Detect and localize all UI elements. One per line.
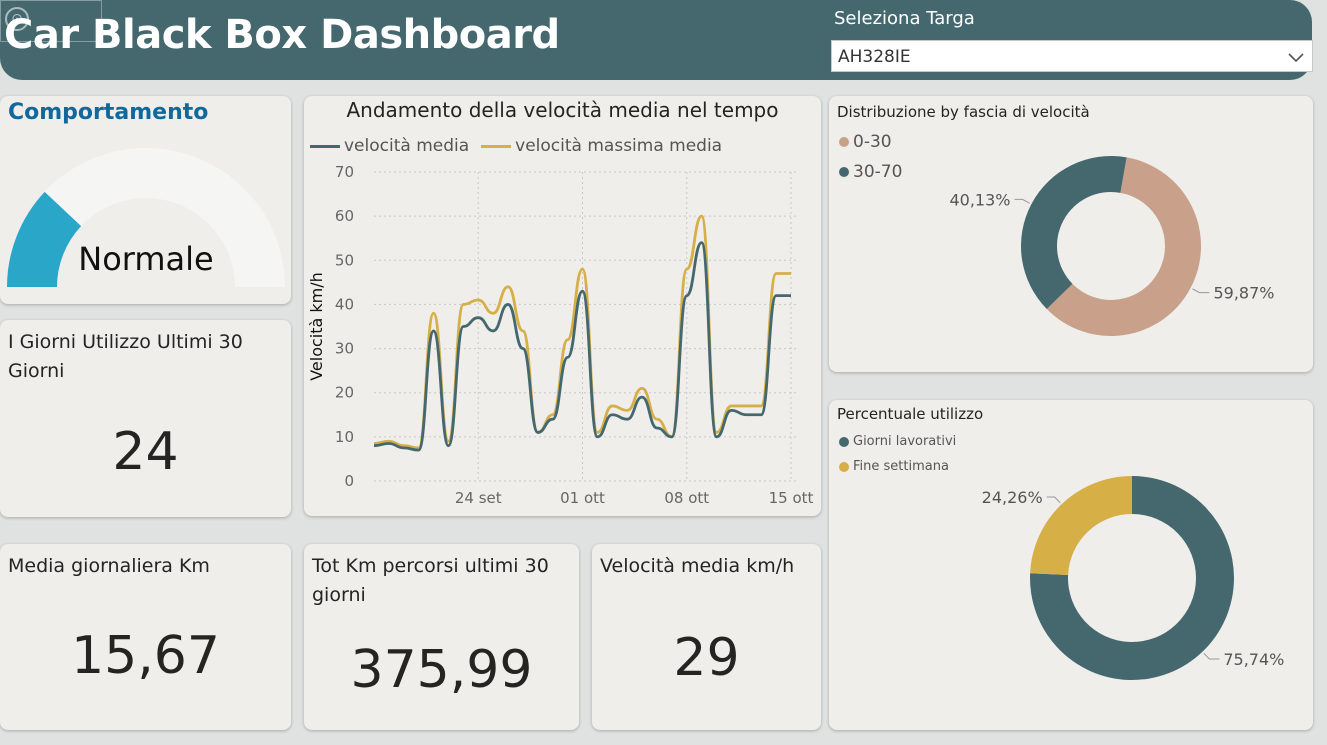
header-bar: ⊙ Car Black Box Dashboard Seleziona Targ… [0,0,1313,80]
leader-line [1046,496,1061,504]
targa-selected-value: AH328IE [838,47,911,67]
page-title: Car Black Box Dashboard [4,12,560,58]
line-chart-card: Andamento della velocità media nel tempo… [304,96,821,516]
line-chart-legend: velocità media velocità massima media [310,136,722,156]
x-tick-label: 01 ott [560,489,605,507]
kpi-value-giorni: 24 [112,422,179,482]
kpi-title-velocita: Velocità media km/h [600,555,795,577]
x-tick-label: 24 set [455,489,502,507]
kpi-value-velocita: 29 [673,628,740,688]
y-tick-label: 20 [335,384,354,402]
kpi-title-media-km: Media giornaliera Km [8,555,210,577]
y-tick-label: 30 [335,340,354,358]
line-chart-title: Andamento della velocità media nel tempo [346,98,779,122]
slice-fine-settimana[interactable] [1030,476,1132,576]
legend-label-massima: velocità massima media [515,136,723,156]
slice-pct-label: 75,74% [1223,650,1284,669]
leader-line [1203,652,1220,660]
kpi-title-giorni: I Giorni Utilizzo Ultimi 30 Giorni [8,331,243,382]
speed-donut-card: Distribuzione by fascia di velocità 0-30… [829,96,1313,372]
kpi-value-tot-km: 375,99 [350,640,533,700]
chevron-down-icon [1288,53,1304,63]
y-tick-label: 40 [335,295,354,313]
y-tick-label: 0 [344,472,354,490]
y-tick-label: 10 [335,428,354,446]
y-tick-label: 50 [335,251,354,269]
slice-pct-label: 40,13% [949,190,1010,209]
kpi-card-media-km: Media giornaliera Km 15,67 [0,544,291,730]
targa-dropdown[interactable]: AH328IE [831,40,1313,72]
leader-line [1192,288,1210,294]
leader-line [1014,198,1030,204]
legend-swatch-massima [481,144,512,148]
kpi-card-velocita: Velocità media km/h 29 [592,544,821,730]
behavior-gauge: Normale [7,148,285,287]
usage-donut-card: Percentuale utilizzo Giorni lavorativi F… [829,400,1313,730]
x-tick-label: 15 ott [769,489,814,507]
legend-label-media: velocità media [344,136,470,156]
slicer-label: Seleziona Targa [834,8,975,29]
gauge-value-label: Normale [78,240,213,278]
y-tick-label: 70 [335,163,354,181]
slice-pct-label: 59,87% [1213,284,1274,303]
y-axis-label: Velocità km/h [307,272,326,381]
y-tick-label: 60 [335,207,354,225]
x-tick-label: 08 ott [664,489,709,507]
usage-donut-chart: 75,74% 24,26% [982,476,1284,680]
speed-donut-chart: 59,87% 40,13% [949,156,1275,336]
legend-swatch-media [310,144,340,148]
kpi-value-media-km: 15,67 [71,626,220,686]
kpi-title-tot-km: Tot Km percorsi ultimi 30 giorni [312,555,549,606]
line-chart-plot: 0 10 20 30 40 50 60 70 24 set 01 ott 08 ott 15 ott V… [307,163,814,507]
kpi-card-tot-km: Tot Km percorsi ultimi 30 giorni 375,99 [304,544,579,730]
slice-pct-label: 24,26% [982,488,1043,507]
kpi-card-giorni: I Giorni Utilizzo Ultimi 30 Giorni 24 [0,320,291,517]
